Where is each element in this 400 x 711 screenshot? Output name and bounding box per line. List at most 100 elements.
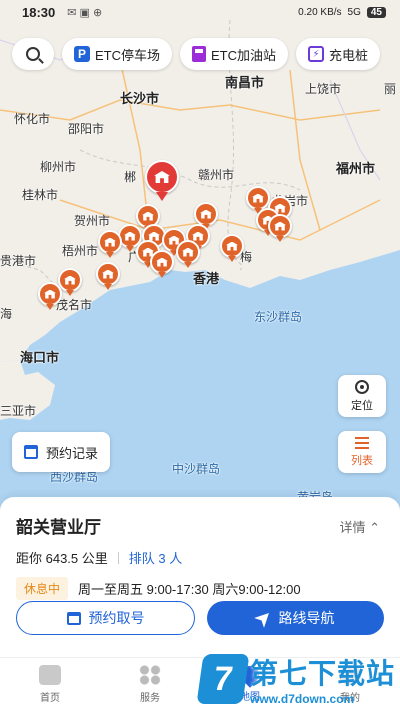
watermark-url: www.d7down.com [250,692,355,706]
grid-icon [139,665,161,685]
status-right: 0.20 KB/s 5G 45 [298,6,386,18]
city-label: 香港 [193,271,220,286]
calendar-icon [66,611,81,625]
filter-charging[interactable]: ⚡ 充电桩 [296,38,381,70]
city-label: 郴 [124,170,137,184]
city-label: 长沙市 [120,91,160,106]
parking-icon: P [74,46,90,62]
city-label: 贺州市 [74,214,111,228]
status-bar: 18:30 ✉ ▣ ⊕ 0.20 KB/s 5G 45 [0,0,400,24]
tab-label: 首页 [40,693,60,704]
station-pin[interactable] [176,240,200,268]
book-number-button[interactable]: 预约取号 [16,601,195,635]
station-pin[interactable] [268,214,292,242]
city-label: 上饶市 [305,82,342,96]
station-pin[interactable] [38,282,62,310]
list-label: 列表 [351,454,373,467]
filter-bar: P ETC停车场 ETC加油站 ⚡ 充电桩 [12,38,381,70]
station-meta: 距你 643.5 公里 排队 3 人 [16,548,384,567]
station-pin[interactable] [246,186,270,214]
tab-label: 服务 [140,693,160,704]
divider [117,551,119,564]
city-label: 桂林市 [22,188,59,202]
filter-etc-fuel[interactable]: ETC加油站 [180,38,289,70]
search-button[interactable] [12,38,54,70]
locate-label: 定位 [351,399,373,412]
tab-services[interactable]: 服务 [100,658,200,711]
house-icon [142,211,154,221]
city-label: 怀化市 [14,112,51,126]
filter-label: ETC加油站 [211,47,277,63]
selected-station-pin[interactable] [145,160,179,201]
station-queue: 排队 3 人 [128,551,183,566]
filter-label: ETC停车场 [95,47,161,63]
filter-etc-parking[interactable]: P ETC停车场 [62,38,173,70]
city-label: 贵港市 [0,254,37,268]
book-number-label: 预约取号 [88,610,145,626]
notification-icons: ✉ ▣ ⊕ [67,6,103,19]
house-icon [154,171,170,183]
navigate-button[interactable]: 路线导航 [207,601,384,635]
watermark-logo: 7 [196,654,250,704]
house-icon [102,269,114,279]
list-icon [355,436,369,449]
house-icon [200,209,212,219]
city-label: 三亚市 [0,404,37,418]
house-icon [192,231,204,241]
station-hours: 周一至周五 9:00-17:30 周六9:00-12:00 [78,582,301,597]
list-button[interactable]: 列表 [338,431,386,473]
city-label: 福州市 [336,161,376,176]
city-label: 海口市 [20,350,60,365]
navigate-label: 路线导航 [278,610,335,626]
booking-records-label: 预约记录 [46,445,99,461]
card-actions: 预约取号 路线导航 [16,601,384,635]
status-badge: 休息中 [16,577,69,600]
house-icon [104,237,116,247]
house-icon [64,275,76,285]
car-icon [39,665,61,685]
city-label: 丽 [384,82,397,96]
station-name: 韶关营业厅 [16,518,101,537]
house-icon [124,231,136,241]
charging-icon: ⚡ [308,46,325,62]
city-label: 海 [0,307,13,321]
station-pin[interactable] [98,230,122,258]
station-pin[interactable] [150,250,174,278]
city-label: 茂名市 [56,298,93,312]
battery-icon: 45 [366,6,386,18]
booking-records-button[interactable]: 预约记录 [12,432,111,472]
station-pin[interactable] [220,234,244,262]
house-icon [182,247,194,257]
detail-link[interactable]: 详情 ⌃ [339,517,380,536]
station-pin[interactable] [194,202,218,230]
house-icon [226,241,238,251]
watermark-text: 第七下载站 www.d7down.com [250,652,395,706]
house-icon [44,289,56,299]
station-pin[interactable] [96,262,120,290]
filter-label: 充电桩 [329,47,369,63]
house-icon [156,257,168,267]
locate-icon [355,379,369,394]
house-icon [274,221,286,231]
city-label: 柳州市 [40,160,77,174]
watermark-title: 第七下载站 [250,658,396,689]
signal-label: 5G [347,6,361,18]
status-time: 18:30 [22,4,56,20]
station-card: 韶关营业厅 详情 ⌃ 距你 643.5 公里 排队 3 人 休息中 周一至周五 … [0,497,400,657]
city-label: 邵阳市 [68,122,105,136]
watermark: 7 第七下载站 www.d7down.com [196,649,396,709]
detail-label: 详情 [339,520,366,535]
city-label: 中沙群岛 [172,462,221,476]
fuel-icon [192,46,207,62]
net-speed: 0.20 KB/s [298,6,342,18]
city-label: 梧州市 [62,244,99,258]
search-icon [26,47,40,61]
station-pin[interactable] [58,268,82,296]
chevron-up-icon: ⌃ [369,520,380,535]
house-icon [252,193,264,203]
tab-home[interactable]: 首页 [0,658,100,711]
city-label: 南昌市 [225,75,265,90]
locate-button[interactable]: 定位 [338,375,386,417]
city-label: 赣州市 [198,168,235,182]
station-distance: 距你 643.5 公里 [16,551,108,566]
